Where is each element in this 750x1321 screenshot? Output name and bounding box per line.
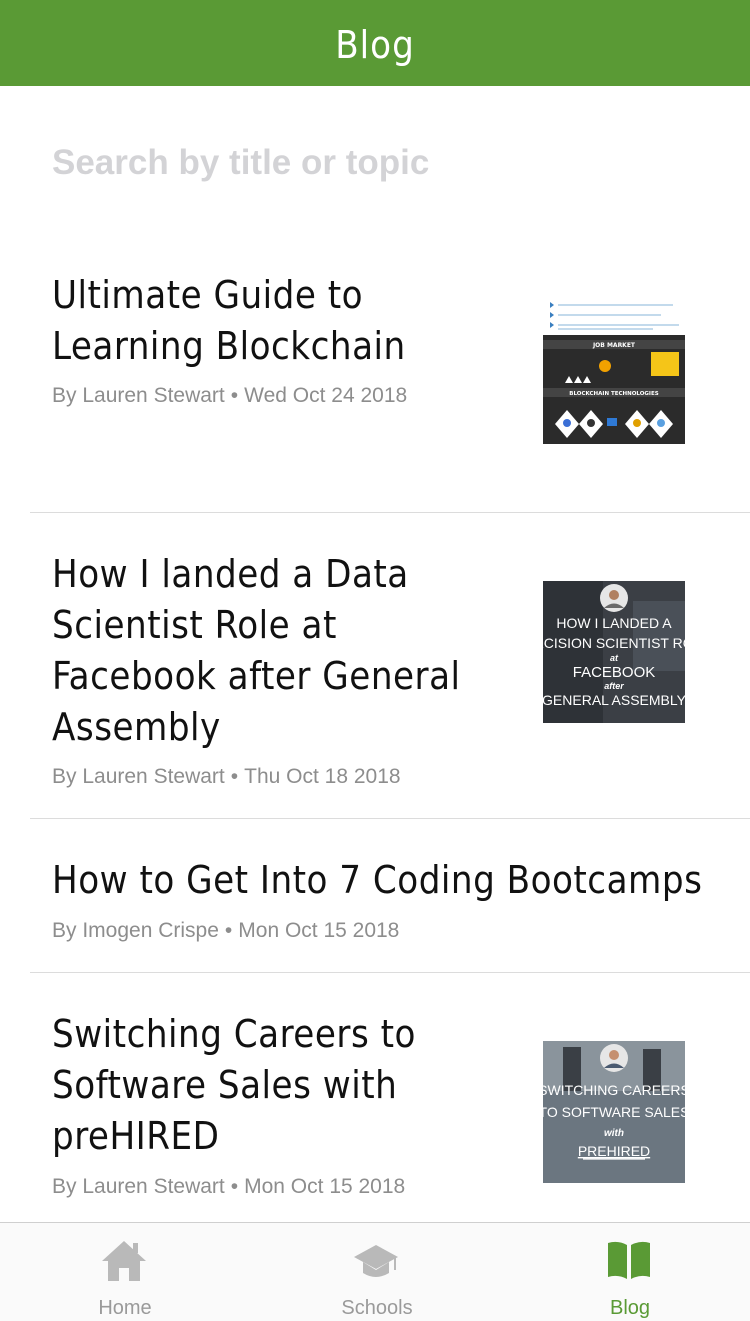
tab-blog[interactable]: Blog — [505, 1223, 750, 1321]
meta-separator: • — [230, 765, 239, 788]
tab-label: Blog — [609, 1297, 651, 1319]
post-list: Ultimate Guide to Learning Blockchain By… — [0, 0, 750, 1222]
thumb-line: after — [604, 681, 624, 691]
tab-label: Schools — [341, 1297, 413, 1319]
post-thumbnail: HOW I LANDED A ECISION SCIENTIST RO at F… — [543, 581, 685, 723]
thumb-line: GENERAL ASSEMBLY — [543, 692, 685, 708]
book-icon — [608, 1241, 650, 1279]
post-title: How I landed a Data Scientist Role at Fa… — [52, 552, 461, 749]
thumb-line: FACEBOOK — [573, 664, 656, 681]
post-item[interactable]: How to Get Into 7 Coding Bootcamps By Im… — [30, 818, 750, 973]
post-title: How to Get Into 7 Coding Bootcamps — [52, 858, 703, 902]
post-thumbnail: JOB MARKET BLOCKCHAIN TECHNOLOGIES — [543, 302, 685, 444]
graduation-cap-icon — [354, 1245, 398, 1277]
post-date: Wed Oct 24 2018 — [244, 384, 408, 407]
post-date: Thu Oct 18 2018 — [244, 765, 401, 788]
meta-separator: • — [230, 384, 239, 407]
thumb-line: ECISION SCIENTIST RO — [543, 635, 685, 651]
post-item[interactable]: How I landed a Data Scientist Role at Fa… — [30, 512, 750, 819]
thumb-line: with — [604, 1128, 624, 1139]
thumb-heading-2: BLOCKCHAIN TECHNOLOGIES — [569, 391, 658, 397]
post-author: By Imogen Crispe — [52, 919, 219, 942]
post-author: By Lauren Stewart — [52, 765, 225, 788]
thumb-heading-1: JOB MARKET — [592, 342, 636, 349]
tab-schools[interactable]: Schools — [252, 1223, 502, 1321]
post-author: By Lauren Stewart — [52, 1175, 225, 1198]
thumb-line: SWITCHING CAREERS — [543, 1082, 685, 1098]
tab-label: Home — [98, 1297, 152, 1319]
home-icon — [102, 1241, 146, 1281]
post-date: Mon Oct 15 2018 — [238, 919, 400, 942]
post-item[interactable]: Switching Careers to Software Sales with… — [30, 972, 750, 1222]
post-title: Switching Careers to Software Sales with… — [52, 1012, 416, 1158]
meta-separator: • — [224, 919, 233, 942]
post-meta: By Lauren Stewart • Thu Oct 18 2018 — [52, 765, 401, 789]
thumb-line: HOW I LANDED A — [556, 615, 672, 631]
meta-separator: • — [230, 1175, 239, 1198]
thumb-line: at — [610, 653, 619, 663]
tab-home[interactable]: Home — [0, 1223, 250, 1321]
tab-bar: Home Schools Blog — [0, 1222, 750, 1321]
post-item[interactable]: Ultimate Guide to Learning Blockchain By… — [30, 228, 750, 513]
post-meta: By Imogen Crispe • Mon Oct 15 2018 — [52, 919, 399, 943]
thumb-line: TO SOFTWARE SALES — [543, 1104, 685, 1120]
post-author: By Lauren Stewart — [52, 384, 225, 407]
post-thumbnail: SWITCHING CAREERS TO SOFTWARE SALES with… — [543, 1041, 685, 1183]
post-title: Ultimate Guide to Learning Blockchain — [52, 273, 406, 368]
post-meta: By Lauren Stewart • Wed Oct 24 2018 — [52, 384, 407, 408]
post-meta: By Lauren Stewart • Mon Oct 15 2018 — [52, 1175, 405, 1199]
post-date: Mon Oct 15 2018 — [244, 1175, 406, 1198]
thumb-line: PREHIRED — [578, 1143, 650, 1159]
